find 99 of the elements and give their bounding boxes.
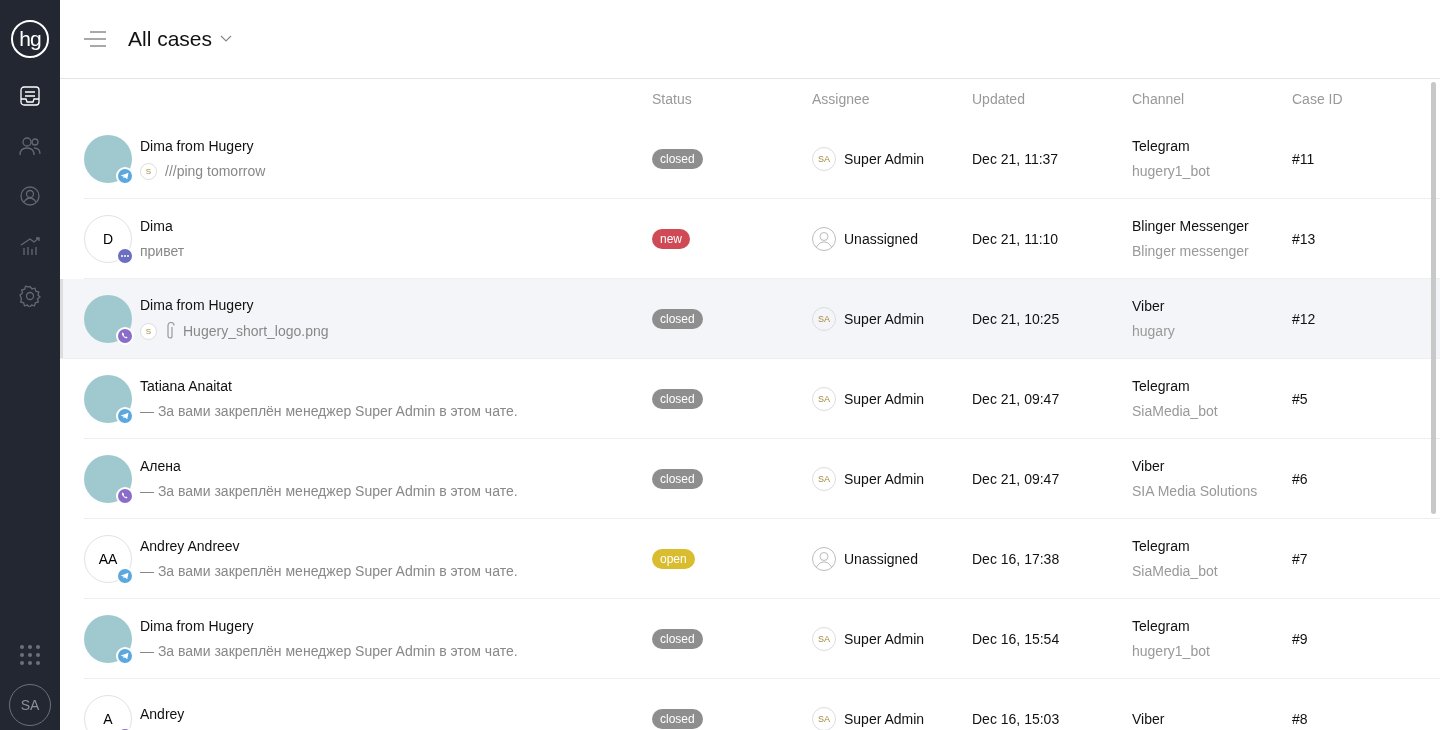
paper-plane-icon — [116, 406, 134, 425]
menu-icon[interactable] — [84, 31, 106, 47]
message-preview: — За вами закреплён менеджер Super Admin в этом чате. — [140, 403, 518, 419]
paper-plane-icon — [116, 566, 134, 585]
channel-name: Telegram — [1132, 138, 1191, 154]
status-badge: closed — [652, 148, 703, 169]
apps-grid-icon[interactable] — [20, 645, 40, 665]
assignee-name: Super Admin — [844, 470, 925, 487]
channel-name: Telegram — [1132, 618, 1191, 634]
case-row[interactable]: AA Andrey Andreev — За вами закреплён менеджер Super Admin в этом чате. open Unassigned Dec 16, 17:38 Telegram SiaMedia_bot #7 — [84, 519, 1440, 599]
view-dropdown[interactable]: All cases — [128, 27, 233, 51]
assignee-name: Unassigned — [844, 550, 918, 567]
message-preview: — За вами закреплён менеджер Super Admin в этом чате. — [140, 563, 518, 579]
sender-avatar: S — [140, 322, 157, 340]
contact-name: Dima — [140, 218, 174, 234]
status-badge: closed — [652, 308, 703, 329]
case-row[interactable]: Tatiana Anaitat — За вами закреплён менеджер Super Admin в этом чате. closed SA Super Admin Dec 21, 09:47 Telegram SiaMedia_bot #5 — [84, 359, 1440, 439]
initials-avatar: AA — [84, 534, 132, 583]
updated-time: Dec 21, 10:25 — [972, 310, 1060, 327]
initials-avatar: A — [84, 694, 132, 730]
updated-time: Dec 16, 17:38 — [972, 550, 1060, 567]
person-icon — [812, 226, 836, 251]
phone-icon — [116, 486, 134, 505]
channel-account: SIA Media Solutions — [1132, 483, 1259, 499]
people-icon[interactable] — [19, 135, 41, 157]
case-row[interactable]: Dima from Hugery S ///ping tomorrow closed SA Super Admin Dec 21, 11:37 Telegram hugery1_bot #11 — [84, 119, 1440, 199]
initials-avatar: D — [84, 214, 132, 263]
contact-name: Алена — [140, 458, 182, 474]
chart-icon[interactable] — [19, 235, 41, 257]
photo-placeholder — [84, 454, 132, 503]
photo-placeholder — [84, 374, 132, 423]
status-badge: closed — [652, 708, 703, 729]
photo-placeholder — [84, 614, 132, 663]
settings-icon[interactable] — [19, 285, 41, 307]
photo-placeholder — [84, 134, 132, 183]
phone-icon — [116, 326, 134, 345]
channel-account: SiaMedia_bot — [1132, 403, 1219, 419]
channel-account: hugery1_bot — [1132, 643, 1211, 659]
status-badge: closed — [652, 468, 703, 489]
contact-name: Tatiana Anaitat — [140, 378, 233, 394]
case-row[interactable]: Dima from Hugery S Hugery_short_logo.png closed SA Super Admin Dec 21, 10:25 Viber hugary #12 — [60, 279, 1440, 359]
channel-name: Viber — [1132, 298, 1166, 314]
contact-name: Dima from Hugery — [140, 297, 255, 313]
case-row[interactable]: A Andrey closed SA Super Admin Dec 16, 15:03 Viber #8 — [84, 679, 1440, 730]
case-id: #12 — [1292, 310, 1316, 327]
channel-account: hugery1_bot — [1132, 163, 1211, 179]
updated-time: Dec 16, 15:54 — [972, 630, 1060, 647]
scrollbar[interactable] — [1431, 82, 1436, 514]
logo[interactable]: hg — [11, 20, 49, 58]
message-preview: привет — [140, 243, 185, 259]
channel-name: Blinger Messenger — [1132, 218, 1250, 234]
channel-name: Telegram — [1132, 538, 1191, 554]
status-badge: new — [652, 228, 690, 249]
channel-name: Viber — [1132, 458, 1166, 474]
assignee-name: Super Admin — [844, 150, 925, 167]
status-badge: closed — [652, 628, 703, 649]
person-icon — [812, 546, 836, 571]
channel-name: Viber — [1132, 710, 1166, 727]
contact-name: Dima from Hugery — [140, 618, 255, 634]
case-id: #13 — [1292, 230, 1316, 247]
updated-time: Dec 21, 09:47 — [972, 470, 1060, 487]
case-id: #8 — [1292, 710, 1308, 727]
contact-name: Andrey — [140, 706, 185, 722]
case-row[interactable]: Dima from Hugery — За вами закреплён менеджер Super Admin в этом чате. closed SA Super Admin Dec 16, 15:54 Telegram hugery1_bot #9 — [84, 599, 1440, 679]
case-row[interactable]: Алена — За вами закреплён менеджер Super Admin в этом чате. closed SA Super Admin Dec 21, 09:47 Viber SIA Media Solutions #6 — [84, 439, 1440, 519]
assignee-name: Super Admin — [844, 390, 925, 407]
updated-time: Dec 21, 11:37 — [972, 150, 1059, 167]
sender-avatar: S — [140, 162, 157, 180]
assignee-name: Unassigned — [844, 230, 918, 247]
assignee-name: Super Admin — [844, 630, 925, 647]
status-badge: open — [652, 548, 695, 569]
updated-time: Dec 16, 15:03 — [972, 710, 1060, 727]
case-id: #9 — [1292, 630, 1308, 647]
photo-placeholder — [84, 294, 132, 343]
status-badge: closed — [652, 388, 703, 409]
channel-account: Blinger messenger — [1132, 243, 1250, 259]
assignee-name: Super Admin — [844, 310, 925, 327]
ellipsis-icon — [116, 246, 134, 265]
case-id: #7 — [1292, 550, 1308, 567]
person-icon[interactable] — [19, 185, 41, 207]
updated-time: Dec 21, 09:47 — [972, 390, 1060, 407]
assignee-name: Super Admin — [844, 710, 925, 727]
channel-account: SiaMedia_bot — [1132, 563, 1219, 579]
message-preview: — За вами закреплён менеджер Super Admin в этом чате. — [140, 643, 518, 659]
case-id: #6 — [1292, 470, 1308, 487]
channel-name: Telegram — [1132, 378, 1191, 394]
message-preview: Hugery_short_logo.png — [183, 323, 329, 339]
paper-plane-icon — [116, 166, 134, 185]
updated-time: Dec 21, 11:10 — [972, 230, 1059, 247]
inbox-icon[interactable] — [19, 85, 41, 107]
case-id: #5 — [1292, 390, 1308, 407]
message-preview: — За вами закреплён менеджер Super Admin в этом чате. — [140, 483, 518, 499]
case-id: #11 — [1292, 150, 1315, 167]
message-preview: ///ping tomorrow — [165, 163, 266, 179]
channel-account: hugary — [1132, 323, 1176, 339]
contact-name: Dima from Hugery — [140, 137, 255, 154]
paper-plane-icon — [116, 646, 134, 665]
chevron-down-icon — [220, 35, 233, 43]
contact-name: Andrey Andreev — [140, 538, 241, 554]
